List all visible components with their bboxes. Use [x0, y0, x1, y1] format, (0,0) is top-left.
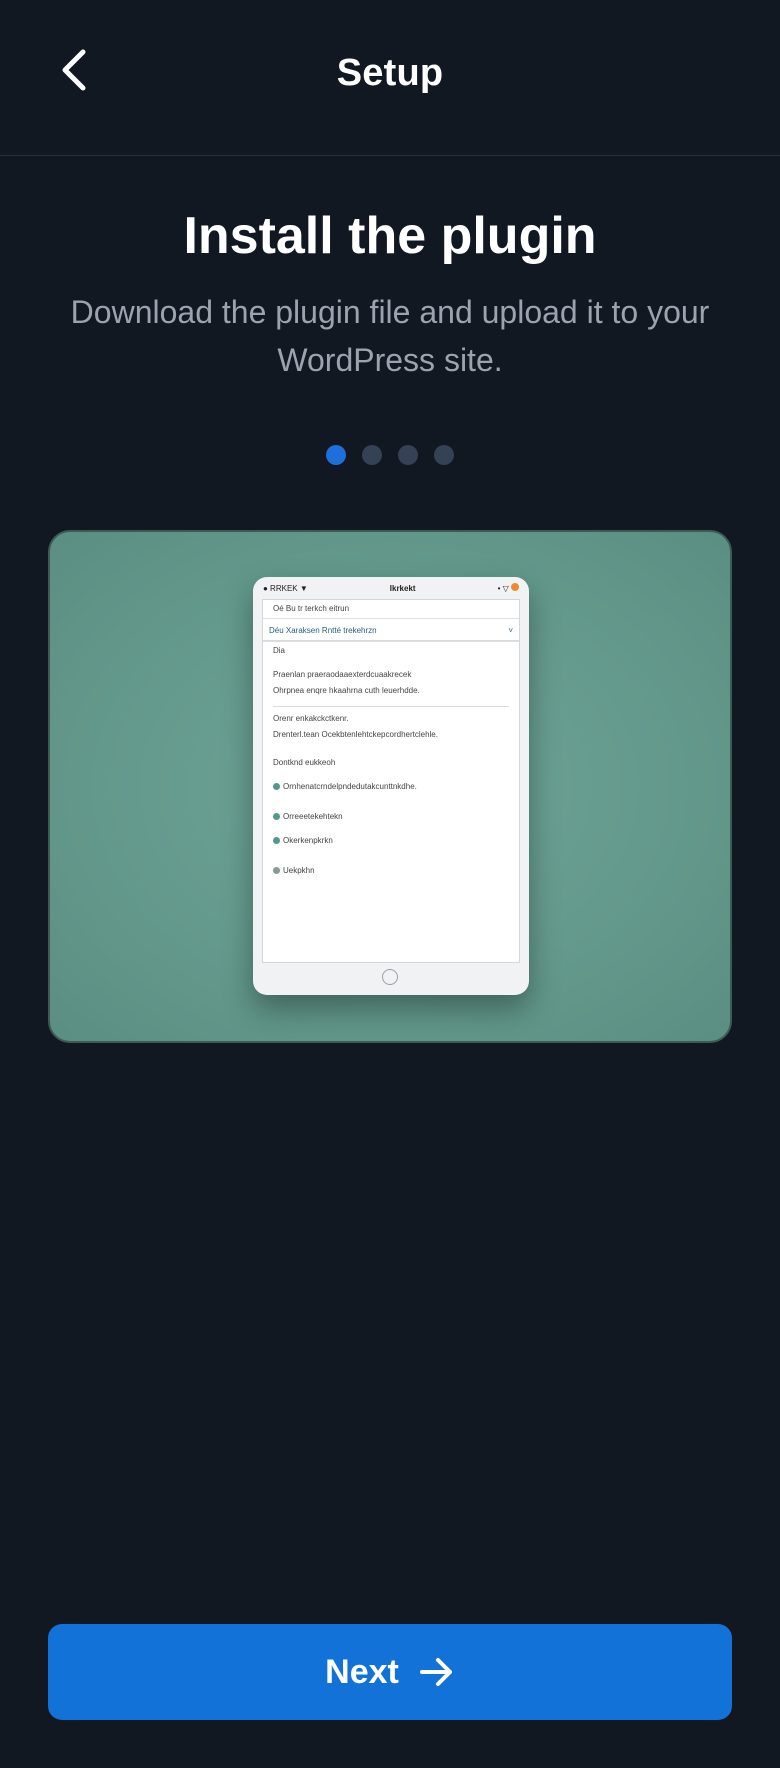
- next-button[interactable]: Next: [48, 1624, 732, 1720]
- step-indicator: [0, 445, 780, 465]
- tablet-status-center: Ikrkekt: [389, 583, 416, 593]
- next-button-label: Next: [325, 1652, 399, 1691]
- check-circle-icon: [273, 837, 280, 844]
- tablet-mockup: ● RRKEK ▼ Ikrkekt • ▽ Oé Bu tr terkch ei…: [253, 577, 529, 995]
- chevron-down-icon: ˅: [508, 625, 513, 635]
- tablet-status-right: • ▽: [498, 583, 519, 593]
- screen-para-2b: Drenterl.tean Ocekbtenlehtckepcordhertcl…: [273, 730, 438, 739]
- screen-select-value: Déu Xaraksen Rntté trekehrzn: [269, 625, 377, 635]
- screen-section-label: Dontknd eukkeoh: [273, 758, 336, 767]
- screen-para-1a: Praenlan praeraodaaexterdcuaakrecek: [273, 670, 412, 679]
- screen-divider: [273, 706, 509, 707]
- page-title: Setup: [336, 52, 444, 94]
- record-dot-icon: [510, 583, 519, 591]
- screen-para-2a: Orenr enkakckctkenr.: [273, 714, 349, 723]
- screen-check-4-text: Uekpkhn: [283, 866, 315, 875]
- screen-para-1b: Ohrpnea enqre hkaahrna cuth leuerhdde.: [273, 686, 420, 695]
- tablet-home-button: [382, 969, 398, 985]
- screen-check-4: Uekpkhn: [273, 866, 509, 875]
- step-title: Install the plugin: [183, 207, 597, 265]
- screen-select: Déu Xaraksen Rntté trekehrzn ˅: [263, 618, 519, 642]
- arrow-right-icon: [419, 1656, 455, 1688]
- screen-label-1: Dia: [273, 646, 286, 655]
- screen-check-1: Ornhenatcrndelpndedutakcunttnkdhe.: [273, 782, 509, 791]
- tablet-status-bar: ● RRKEK ▼ Ikrkekt • ▽: [263, 581, 519, 595]
- step-dot-2: [362, 445, 382, 465]
- circle-icon: [273, 867, 280, 874]
- check-circle-icon: [273, 783, 280, 790]
- plugin-illustration: ● RRKEK ▼ Ikrkekt • ▽ Oé Bu tr terkch ei…: [48, 530, 732, 1043]
- check-circle-icon: [273, 813, 280, 820]
- top-bar: Setup: [0, 0, 780, 156]
- tablet-screen: Oé Bu tr terkch eitrun Déu Xaraksen Rntt…: [262, 599, 520, 963]
- tablet-status-left: ● RRKEK ▼: [263, 583, 308, 593]
- screen-divider-top: [263, 640, 519, 641]
- step-dot-3: [398, 445, 418, 465]
- screen-check-1-text: Ornhenatcrndelpndedutakcunttnkdhe.: [283, 782, 417, 791]
- step-description: Download the plugin file and upload it t…: [70, 294, 710, 378]
- screen-check-3: Okerkenpkrkn: [273, 836, 509, 845]
- step-dot-1: [326, 445, 346, 465]
- screen-check-3-text: Okerkenpkrkn: [283, 836, 333, 845]
- screen-check-2-text: Orreeetekehtekn: [283, 812, 343, 821]
- screen-line-top: Oé Bu tr terkch eitrun: [273, 604, 350, 613]
- screen-check-2: Orreeetekehtekn: [273, 812, 509, 821]
- tablet-status-icons: • ▽: [497, 584, 509, 593]
- step-dot-4: [434, 445, 454, 465]
